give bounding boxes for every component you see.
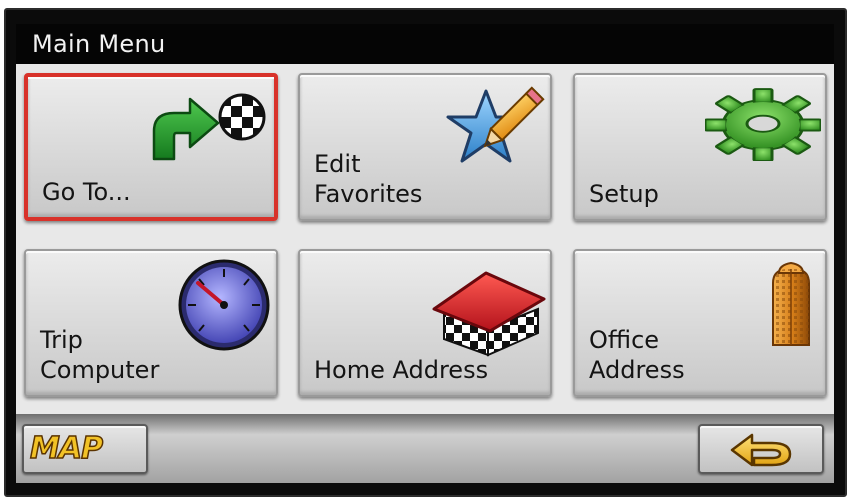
gear-icon bbox=[705, 88, 821, 161]
trip-computer-label: Trip Computer bbox=[40, 326, 160, 384]
star-pencil-icon bbox=[446, 86, 545, 163]
office-address-button[interactable]: Office Address bbox=[573, 249, 827, 397]
setup-button[interactable]: Setup bbox=[573, 73, 827, 221]
back-arrow-icon bbox=[730, 433, 792, 467]
map-label: MAP bbox=[29, 430, 104, 467]
turn-arrow-checkered-flag-icon bbox=[152, 93, 266, 161]
trip-computer-button[interactable]: Trip Computer bbox=[24, 249, 278, 397]
map-button[interactable]: MAP bbox=[22, 424, 148, 474]
speedometer-icon bbox=[178, 259, 270, 351]
screen: Main Menu Go To... Edit Favorites Setup … bbox=[16, 24, 834, 483]
edit-favorites-button[interactable]: Edit Favorites bbox=[298, 73, 552, 221]
go-to-label: Go To... bbox=[42, 178, 131, 206]
home-address-button[interactable]: Home Address bbox=[298, 249, 552, 397]
office-building-icon bbox=[772, 261, 810, 346]
edit-favorites-label: Edit Favorites bbox=[314, 150, 423, 208]
page-title: Main Menu bbox=[32, 30, 166, 58]
go-to-button[interactable]: Go To... bbox=[24, 73, 278, 221]
menu-grid: Go To... Edit Favorites Setup Trip Compu… bbox=[16, 64, 834, 414]
bottom-toolbar: MAP bbox=[16, 414, 834, 483]
home-address-label: Home Address bbox=[314, 356, 489, 384]
office-address-label: Office Address bbox=[589, 326, 685, 384]
house-icon bbox=[432, 271, 546, 357]
title-bar: Main Menu bbox=[16, 24, 834, 64]
back-button[interactable] bbox=[698, 424, 824, 474]
setup-label: Setup bbox=[589, 180, 659, 208]
